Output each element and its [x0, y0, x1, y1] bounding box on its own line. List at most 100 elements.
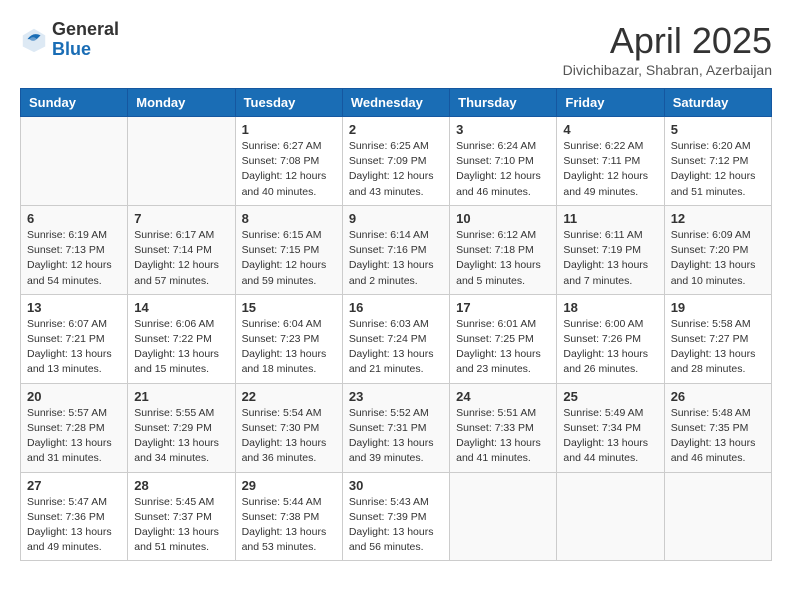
day-info: Sunrise: 6:00 AM Sunset: 7:26 PM Dayligh…	[563, 317, 657, 378]
day-info: Sunrise: 5:54 AM Sunset: 7:30 PM Dayligh…	[242, 406, 336, 467]
calendar-cell	[21, 117, 128, 206]
day-info: Sunrise: 6:17 AM Sunset: 7:14 PM Dayligh…	[134, 228, 228, 289]
calendar-cell: 11 Sunrise: 6:11 AM Sunset: 7:19 PM Dayli…	[557, 205, 664, 294]
day-number: 22	[242, 389, 336, 404]
calendar-cell: 14 Sunrise: 6:06 AM Sunset: 7:22 PM Dayli…	[128, 294, 235, 383]
location-subtitle: Divichibazar, Shabran, Azerbaijan	[563, 62, 772, 78]
calendar-cell: 23 Sunrise: 5:52 AM Sunset: 7:31 PM Dayli…	[342, 383, 449, 472]
calendar-cell: 25Sunrise: 5:49 AM Sunset: 7:34 PM Dayli…	[557, 383, 664, 472]
day-info: Sunrise: 6:06 AM Sunset: 7:22 PM Dayligh…	[134, 317, 228, 378]
day-info: Sunrise: 6:09 AM Sunset: 7:20 PM Dayligh…	[671, 228, 765, 289]
day-info: Sunrise: 5:44 AM Sunset: 7:38 PM Dayligh…	[242, 495, 336, 556]
day-info: Sunrise: 6:04 AM Sunset: 7:23 PM Dayligh…	[242, 317, 336, 378]
calendar-cell: 12 Sunrise: 6:09 AM Sunset: 7:20 PM Dayli…	[664, 205, 771, 294]
calendar-cell	[557, 472, 664, 561]
day-number: 5	[671, 122, 765, 137]
calendar-cell: 21 Sunrise: 5:55 AM Sunset: 7:29 PM Dayli…	[128, 383, 235, 472]
day-info: Sunrise: 5:43 AM Sunset: 7:39 PM Dayligh…	[349, 495, 443, 556]
calendar-table: SundayMondayTuesdayWednesdayThursdayFrid…	[20, 88, 772, 561]
day-number: 8	[242, 211, 336, 226]
day-number: 10	[456, 211, 550, 226]
logo-icon	[20, 26, 48, 54]
day-info: Sunrise: 6:01 AM Sunset: 7:25 PM Dayligh…	[456, 317, 550, 378]
calendar-cell: 30 Sunrise: 5:43 AM Sunset: 7:39 PM Dayli…	[342, 472, 449, 561]
day-info: Sunrise: 5:52 AM Sunset: 7:31 PM Dayligh…	[349, 406, 443, 467]
day-number: 20	[27, 389, 121, 404]
day-number: 19	[671, 300, 765, 315]
calendar-cell: 7Sunrise: 6:17 AM Sunset: 7:14 PM Daylig…	[128, 205, 235, 294]
day-info: Sunrise: 6:25 AM Sunset: 7:09 PM Dayligh…	[349, 139, 443, 200]
logo-general: General	[52, 20, 119, 40]
page-header: General Blue April 2025 Divichibazar, Sh…	[20, 20, 772, 78]
calendar-cell: 9 Sunrise: 6:14 AM Sunset: 7:16 PM Daylig…	[342, 205, 449, 294]
calendar-cell: 27 Sunrise: 5:47 AM Sunset: 7:36 PM Dayli…	[21, 472, 128, 561]
day-info: Sunrise: 6:19 AM Sunset: 7:13 PM Dayligh…	[27, 228, 121, 289]
day-number: 28	[134, 478, 228, 493]
logo-blue: Blue	[52, 40, 119, 60]
title-block: April 2025 Divichibazar, Shabran, Azerba…	[563, 20, 772, 78]
day-number: 16	[349, 300, 443, 315]
day-info: Sunrise: 6:12 AM Sunset: 7:18 PM Dayligh…	[456, 228, 550, 289]
weekday-header-row: SundayMondayTuesdayWednesdayThursdayFrid…	[21, 89, 772, 117]
day-info: Sunrise: 6:11 AM Sunset: 7:19 PM Dayligh…	[563, 228, 657, 289]
day-number: 9	[349, 211, 443, 226]
month-title: April 2025	[563, 20, 772, 62]
day-info: Sunrise: 6:07 AM Sunset: 7:21 PM Dayligh…	[27, 317, 121, 378]
calendar-cell: 15 Sunrise: 6:04 AM Sunset: 7:23 PM Dayli…	[235, 294, 342, 383]
weekday-header: Saturday	[664, 89, 771, 117]
calendar-cell: 17 Sunrise: 6:01 AM Sunset: 7:25 PM Dayli…	[450, 294, 557, 383]
calendar-cell: 24Sunrise: 5:51 AM Sunset: 7:33 PM Dayli…	[450, 383, 557, 472]
day-info: Sunrise: 5:57 AM Sunset: 7:28 PM Dayligh…	[27, 406, 121, 467]
calendar-cell: 26 Sunrise: 5:48 AM Sunset: 7:35 PM Dayli…	[664, 383, 771, 472]
day-number: 11	[563, 211, 657, 226]
calendar-week-row: 27 Sunrise: 5:47 AM Sunset: 7:36 PM Dayli…	[21, 472, 772, 561]
day-number: 15	[242, 300, 336, 315]
day-info: Sunrise: 5:45 AM Sunset: 7:37 PM Dayligh…	[134, 495, 228, 556]
calendar-cell: 22 Sunrise: 5:54 AM Sunset: 7:30 PM Dayli…	[235, 383, 342, 472]
calendar-cell: 29 Sunrise: 5:44 AM Sunset: 7:38 PM Dayli…	[235, 472, 342, 561]
day-number: 2	[349, 122, 443, 137]
weekday-header: Monday	[128, 89, 235, 117]
day-info: Sunrise: 6:24 AM Sunset: 7:10 PM Dayligh…	[456, 139, 550, 200]
day-info: Sunrise: 5:48 AM Sunset: 7:35 PM Dayligh…	[671, 406, 765, 467]
day-number: 4	[563, 122, 657, 137]
calendar-cell: 10 Sunrise: 6:12 AM Sunset: 7:18 PM Dayli…	[450, 205, 557, 294]
day-number: 23	[349, 389, 443, 404]
day-info: Sunrise: 6:03 AM Sunset: 7:24 PM Dayligh…	[349, 317, 443, 378]
weekday-header: Friday	[557, 89, 664, 117]
day-number: 21	[134, 389, 228, 404]
day-number: 24	[456, 389, 550, 404]
day-number: 13	[27, 300, 121, 315]
day-info: Sunrise: 5:58 AM Sunset: 7:27 PM Dayligh…	[671, 317, 765, 378]
calendar-cell: 13 Sunrise: 6:07 AM Sunset: 7:21 PM Dayli…	[21, 294, 128, 383]
day-number: 1	[242, 122, 336, 137]
day-info: Sunrise: 6:14 AM Sunset: 7:16 PM Dayligh…	[349, 228, 443, 289]
day-info: Sunrise: 5:47 AM Sunset: 7:36 PM Dayligh…	[27, 495, 121, 556]
day-number: 18	[563, 300, 657, 315]
logo: General Blue	[20, 20, 119, 60]
day-number: 14	[134, 300, 228, 315]
day-number: 26	[671, 389, 765, 404]
calendar-week-row: 13 Sunrise: 6:07 AM Sunset: 7:21 PM Dayli…	[21, 294, 772, 383]
calendar-cell: 16 Sunrise: 6:03 AM Sunset: 7:24 PM Dayli…	[342, 294, 449, 383]
calendar-cell: 2 Sunrise: 6:25 AM Sunset: 7:09 PM Daylig…	[342, 117, 449, 206]
calendar-cell	[664, 472, 771, 561]
weekday-header: Wednesday	[342, 89, 449, 117]
day-number: 17	[456, 300, 550, 315]
calendar-cell	[450, 472, 557, 561]
day-info: Sunrise: 6:22 AM Sunset: 7:11 PM Dayligh…	[563, 139, 657, 200]
day-number: 27	[27, 478, 121, 493]
day-info: Sunrise: 6:20 AM Sunset: 7:12 PM Dayligh…	[671, 139, 765, 200]
day-info: Sunrise: 5:55 AM Sunset: 7:29 PM Dayligh…	[134, 406, 228, 467]
day-number: 25	[563, 389, 657, 404]
day-info: Sunrise: 6:27 AM Sunset: 7:08 PM Dayligh…	[242, 139, 336, 200]
calendar-cell: 4 Sunrise: 6:22 AM Sunset: 7:11 PM Daylig…	[557, 117, 664, 206]
calendar-cell: 8Sunrise: 6:15 AM Sunset: 7:15 PM Daylig…	[235, 205, 342, 294]
day-number: 30	[349, 478, 443, 493]
weekday-header: Thursday	[450, 89, 557, 117]
calendar-cell: 18 Sunrise: 6:00 AM Sunset: 7:26 PM Dayli…	[557, 294, 664, 383]
calendar-week-row: 6Sunrise: 6:19 AM Sunset: 7:13 PM Daylig…	[21, 205, 772, 294]
calendar-cell: 1 Sunrise: 6:27 AM Sunset: 7:08 PM Daylig…	[235, 117, 342, 206]
day-number: 29	[242, 478, 336, 493]
day-number: 12	[671, 211, 765, 226]
